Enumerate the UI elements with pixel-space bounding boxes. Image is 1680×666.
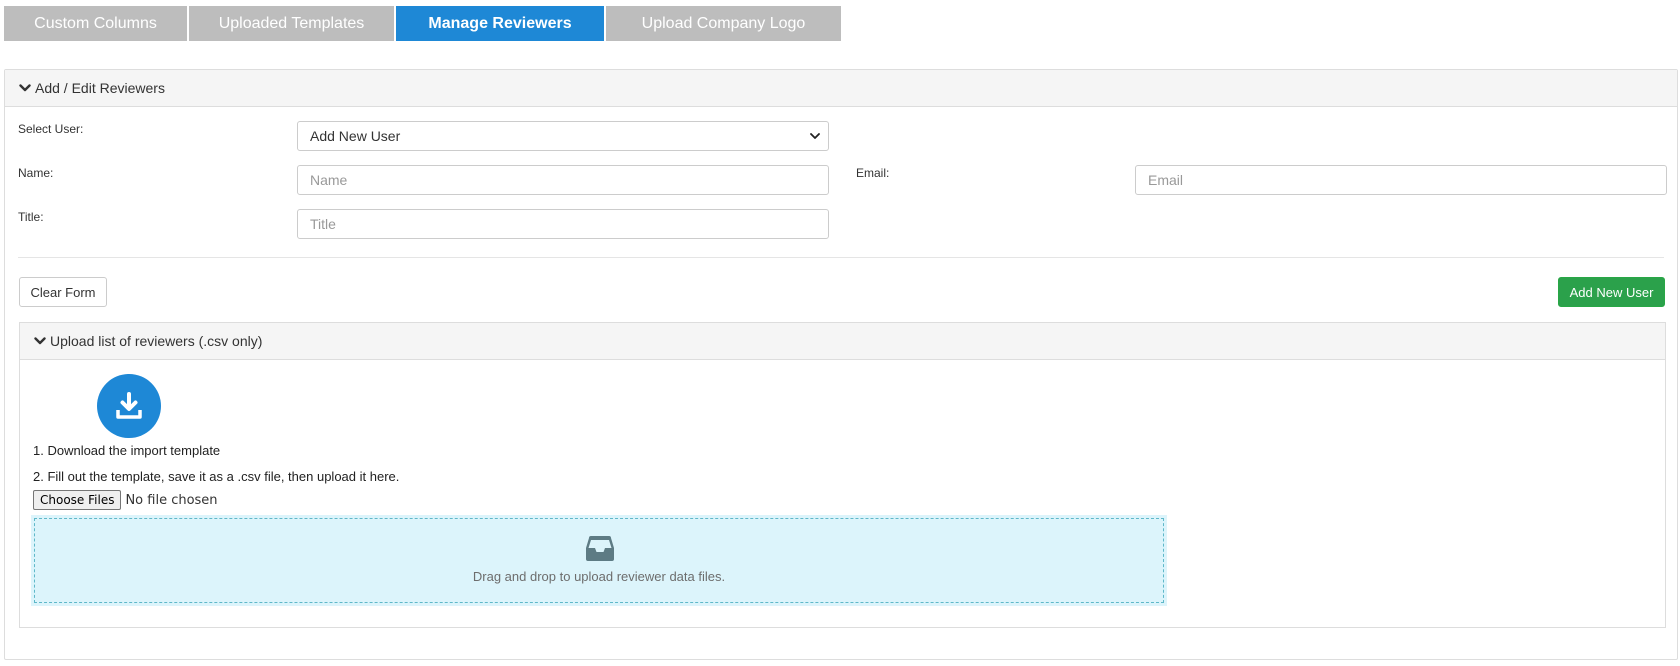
csv-dropzone[interactable]: Drag and drop to upload reviewer data fi… [31, 515, 1167, 606]
inbox-tray-icon [586, 536, 614, 561]
dropzone-text: Drag and drop to upload reviewer data fi… [472, 569, 726, 584]
reviewers-panel-title: Add / Edit Reviewers [35, 80, 165, 96]
upload-panel-body: 1. Download the import template 2. Fill … [20, 360, 1665, 627]
chevron-down-icon [810, 133, 820, 139]
tab-manage-reviewers[interactable]: Manage Reviewers [396, 6, 604, 41]
upload-panel: Upload list of reviewers (.csv only) 1. … [19, 322, 1666, 628]
chevron-down-icon [34, 337, 46, 345]
clear-form-button[interactable]: Clear Form [19, 277, 107, 307]
select-user-label: Select User: [18, 122, 84, 136]
step-download-template: 1. Download the import template [33, 443, 221, 458]
email-input[interactable] [1135, 165, 1667, 195]
upload-panel-title: Upload list of reviewers (.csv only) [50, 333, 263, 349]
no-file-chosen-text: No file chosen [125, 492, 218, 508]
tab-upload-company-logo[interactable]: Upload Company Logo [606, 6, 841, 41]
tab-custom-columns[interactable]: Custom Columns [4, 6, 187, 41]
reviewers-panel-heading[interactable]: Add / Edit Reviewers [5, 70, 1677, 107]
select-user-value: Add New User [310, 128, 401, 144]
upload-panel-heading[interactable]: Upload list of reviewers (.csv only) [20, 323, 1665, 360]
name-label: Name: [18, 166, 54, 180]
tab-uploaded-templates[interactable]: Uploaded Templates [189, 6, 394, 41]
download-template-button[interactable] [97, 374, 161, 438]
form-divider [18, 257, 1664, 258]
reviewers-panel: Add / Edit Reviewers Select User: Add Ne… [4, 69, 1678, 660]
title-label: Title: [18, 210, 44, 224]
title-input[interactable] [297, 209, 829, 239]
download-icon [116, 392, 142, 419]
add-new-user-button[interactable]: Add New User [1558, 277, 1665, 307]
email-label: Email: [856, 166, 890, 180]
name-input[interactable] [297, 165, 829, 195]
select-user-dropdown[interactable]: Add New User [297, 121, 829, 151]
chevron-down-icon [19, 84, 31, 92]
step-fill-template: 2. Fill out the template, save it as a .… [33, 469, 400, 484]
file-input: Choose Files No file chosen [33, 490, 218, 510]
tab-bar: Custom Columns Uploaded Templates Manage… [4, 6, 843, 41]
choose-files-button[interactable]: Choose Files [33, 490, 122, 510]
